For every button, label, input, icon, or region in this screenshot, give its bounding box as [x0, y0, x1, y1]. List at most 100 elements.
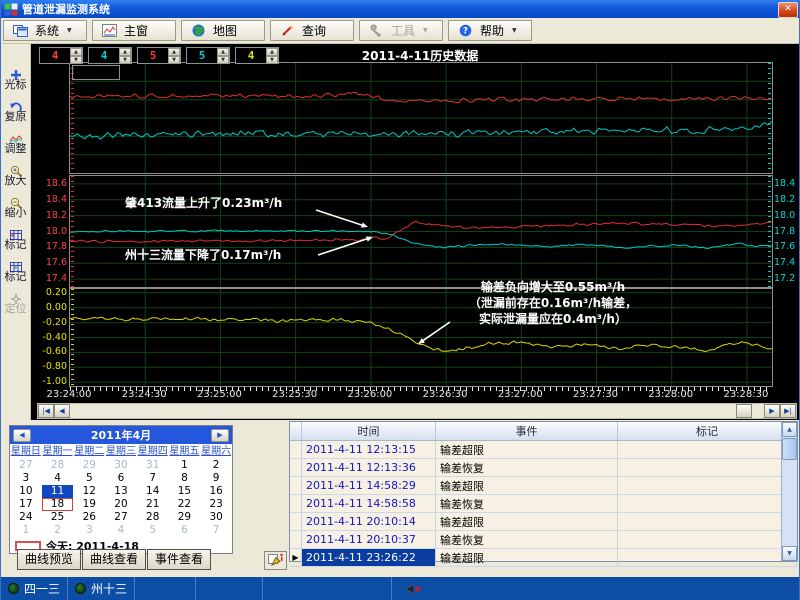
calendar-day[interactable]: 31	[137, 459, 169, 472]
diff-panel[interactable]: 0.200.00-0.20-0.40-0.60-0.80-1.00输差负向增大至…	[69, 288, 773, 387]
calendar-day[interactable]: 1	[10, 524, 42, 537]
pipeline-status-四一三[interactable]: 四一三	[1, 577, 68, 600]
calendar-day[interactable]: 27	[105, 511, 137, 524]
sidebar-tool-标记-5[interactable]: 标记	[1, 226, 30, 251]
scroll-down-icon[interactable]: ▼	[782, 546, 797, 561]
sidebar-tool-调整-2[interactable]: 调整	[1, 130, 30, 155]
calendar-day[interactable]: 14	[137, 485, 169, 498]
scroll-right-button[interactable]: ▶	[764, 404, 780, 418]
calendar-day[interactable]: 4	[105, 524, 137, 537]
chart-scroll-thumb[interactable]	[736, 404, 752, 418]
scroll-up-icon[interactable]: ▲	[782, 422, 797, 437]
calendar-next-button[interactable]: ▶	[211, 429, 229, 442]
weekday-label: 星期三	[105, 444, 137, 459]
calendar-day[interactable]: 3	[10, 472, 42, 485]
calendar-day[interactable]: 5	[137, 524, 169, 537]
calendar-day[interactable]: 16	[200, 485, 232, 498]
table-scrollbar[interactable]: ▲ ▼	[781, 422, 797, 561]
scroll-first-button[interactable]: |◀	[38, 404, 54, 418]
sidebar-tool-复原-1[interactable]: 复原	[1, 98, 30, 123]
spinner-up-icon[interactable]: ▲	[70, 48, 82, 56]
spinner-down-icon[interactable]: ▼	[217, 56, 229, 64]
table-row[interactable]: 2011-4-11 20:10:14输差超限	[290, 513, 797, 531]
calendar-day[interactable]: 4	[42, 472, 74, 485]
toolbar-button-帮助[interactable]: ?帮助▼	[448, 20, 532, 41]
action-button-事件查看[interactable]: 事件查看	[147, 549, 211, 570]
spinner-up-icon[interactable]: ▲	[217, 48, 229, 56]
scroll-last-button[interactable]: ▶|	[780, 404, 796, 418]
table-row[interactable]: 2011-4-11 12:13:36输差恢复	[290, 459, 797, 477]
table-row[interactable]: 2011-4-11 14:58:58输差恢复	[290, 495, 797, 513]
calendar-day[interactable]: 10	[10, 485, 42, 498]
sidebar-tool-放大-3[interactable]: 放大	[1, 162, 30, 187]
calendar-day[interactable]: 28	[42, 459, 74, 472]
calendar-day[interactable]: 3	[73, 524, 105, 537]
calendar-day[interactable]: 12	[73, 485, 105, 498]
table-row[interactable]: ▶2011-4-11 23:26:22输差超限	[290, 549, 797, 567]
calendar-day[interactable]: 8	[169, 472, 201, 485]
sidebar-tool-标记-6[interactable]: 标记	[1, 258, 30, 283]
scroll-left-button[interactable]: ◀	[54, 404, 70, 418]
spinner-down-icon[interactable]: ▼	[119, 56, 131, 64]
spinner-down-icon[interactable]: ▼	[70, 56, 82, 64]
toolbar-button-主窗[interactable]: 主窗	[92, 20, 176, 41]
spinner-up-icon[interactable]: ▲	[119, 48, 131, 56]
column-header-时间[interactable]: 时间	[302, 422, 436, 440]
calendar-day[interactable]: 17	[10, 498, 42, 511]
table-row[interactable]: 2011-4-11 14:58:29输差超限	[290, 477, 797, 495]
action-button-曲线预览[interactable]: 曲线预览	[17, 549, 81, 570]
calendar-day[interactable]: 23	[200, 498, 232, 511]
calendar-day[interactable]: 22	[169, 498, 201, 511]
calendar-day[interactable]: 24	[10, 511, 42, 524]
toolbar-button-系统[interactable]: 系统▼	[3, 20, 87, 41]
toolbar-button-地图[interactable]: 地图	[181, 20, 265, 41]
spinner-down-icon[interactable]: ▼	[168, 56, 180, 64]
spinner-down-icon[interactable]: ▼	[266, 56, 278, 64]
calendar-day[interactable]: 28	[137, 511, 169, 524]
toolbar-button-查询[interactable]: 查询	[270, 20, 354, 41]
calendar-day[interactable]: 20	[105, 498, 137, 511]
calendar-day[interactable]: 18	[42, 498, 74, 511]
close-icon[interactable]: ✕	[778, 2, 798, 18]
export-button[interactable]	[264, 551, 287, 570]
calendar-day[interactable]: 27	[10, 459, 42, 472]
calendar-day[interactable]: 30	[200, 511, 232, 524]
pressure-panel[interactable]	[69, 62, 773, 174]
column-header-事件[interactable]: 事件	[436, 422, 618, 440]
calendar-day[interactable]: 29	[73, 459, 105, 472]
calendar-day[interactable]: 2	[42, 524, 74, 537]
calendar-day[interactable]: 21	[137, 498, 169, 511]
sidebar-tool-缩小-4[interactable]: 缩小	[1, 194, 30, 219]
calendar-day[interactable]: 25	[42, 511, 74, 524]
calendar-prev-button[interactable]: ◀	[13, 429, 31, 442]
calendar-day[interactable]: 15	[169, 485, 201, 498]
toolbar-button-label: 系统	[35, 22, 59, 39]
calendar-day[interactable]: 19	[73, 498, 105, 511]
sound-muted-icon[interactable]	[406, 577, 421, 600]
sidebar-tool-label: 调整	[1, 143, 30, 155]
spinner-up-icon[interactable]: ▲	[168, 48, 180, 56]
action-button-曲线查看[interactable]: 曲线查看	[82, 549, 146, 570]
calendar-day[interactable]: 7	[200, 524, 232, 537]
calendar-day[interactable]: 5	[73, 472, 105, 485]
calendar-day[interactable]: 6	[169, 524, 201, 537]
column-header-标记[interactable]: 标记	[618, 422, 797, 440]
flow-panel[interactable]: 18.618.418.218.017.817.617.418.418.218.0…	[69, 175, 773, 288]
calendar-day[interactable]: 29	[169, 511, 201, 524]
calendar-day[interactable]: 30	[105, 459, 137, 472]
spinner-up-icon[interactable]: ▲	[266, 48, 278, 56]
calendar-day[interactable]: 1	[169, 459, 201, 472]
table-row[interactable]: 2011-4-11 20:10:37输差恢复	[290, 531, 797, 549]
chart-scrollbar[interactable]: |◀◀ ▶▶|	[37, 403, 797, 419]
table-row[interactable]: 2011-4-11 12:13:15输差超限	[290, 441, 797, 459]
sidebar-tool-光标-0[interactable]: 光标	[1, 66, 30, 91]
calendar-day[interactable]: 2	[200, 459, 232, 472]
calendar-day[interactable]: 26	[73, 511, 105, 524]
calendar-day[interactable]: 11	[42, 485, 74, 498]
calendar-day[interactable]: 9	[200, 472, 232, 485]
calendar-day[interactable]: 13	[105, 485, 137, 498]
calendar-day[interactable]: 7	[137, 472, 169, 485]
table-scroll-thumb[interactable]	[782, 438, 797, 460]
pipeline-status-州十三[interactable]: 州十三	[68, 577, 135, 600]
calendar-day[interactable]: 6	[105, 472, 137, 485]
